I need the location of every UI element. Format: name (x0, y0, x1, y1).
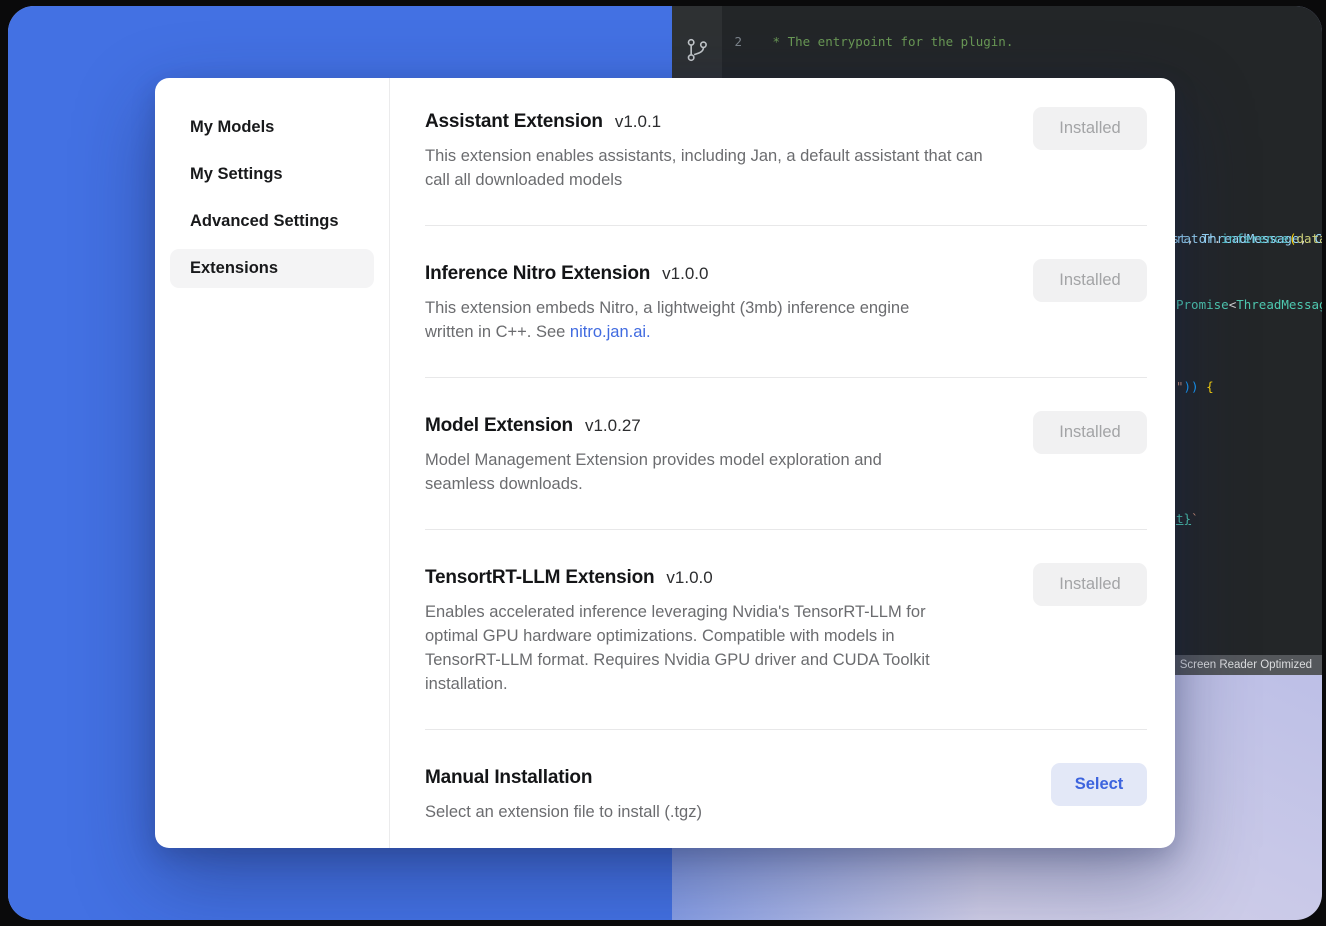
installed-button[interactable]: Installed (1033, 107, 1147, 150)
code-fragment: t}` (1176, 511, 1199, 527)
extension-row-tensorrt-llm: TensortRT-LLM Extension v1.0.0 Enables a… (425, 566, 1147, 730)
extension-description: Enables accelerated inference leveraging… (425, 600, 973, 696)
extension-version: v1.0.1 (615, 112, 661, 132)
installed-button[interactable]: Installed (1033, 411, 1147, 454)
extension-description: This extension embeds Nitro, a lightweig… (425, 296, 960, 344)
sidebar-item-advanced-settings[interactable]: Advanced Settings (170, 202, 374, 241)
extension-row-inference-nitro: Inference Nitro Extension v1.0.0 This ex… (425, 262, 1147, 378)
extension-version: v1.0.0 (666, 568, 712, 588)
sidebar-item-my-settings[interactable]: My Settings (170, 155, 374, 194)
extension-name: TensortRT-LLM Extension (425, 566, 654, 589)
extension-description: This extension enables assistants, inclu… (425, 144, 987, 192)
sidebar-item-my-models[interactable]: My Models (170, 108, 374, 147)
screenshot-frame: 2 * The entrypoint for the plugin. 3 */ … (8, 6, 1322, 920)
sidebar-item-extensions[interactable]: Extensions (170, 249, 374, 288)
extension-name: Assistant Extension (425, 110, 603, 133)
installed-button[interactable]: Installed (1033, 259, 1147, 302)
extension-description: Model Management Extension provides mode… (425, 448, 907, 496)
select-file-button[interactable]: Select (1051, 763, 1147, 806)
code-fragment: ")) { (1176, 379, 1214, 395)
source-control-icon[interactable] (683, 36, 711, 64)
code-fragment: Promise<ThreadMessage> (1176, 297, 1322, 313)
extension-row-assistant: Assistant Extension v1.0.1 This extensio… (425, 110, 1147, 226)
manual-installation-description: Select an extension file to install (.tg… (425, 800, 1005, 824)
settings-sidebar: My Models My Settings Advanced Settings … (155, 78, 390, 848)
settings-modal: My Models My Settings Advanced Settings … (155, 78, 1175, 848)
manual-installation-title: Manual Installation (425, 766, 592, 789)
screen-reader-status[interactable]: Screen Reader Optimized (1170, 655, 1322, 675)
extension-version: v1.0.27 (585, 416, 641, 436)
extension-name: Model Extension (425, 414, 573, 437)
code-fragment: rator.inference(data)); (1176, 231, 1322, 247)
extension-name: Inference Nitro Extension (425, 262, 650, 285)
extensions-list: Assistant Extension v1.0.1 This extensio… (390, 78, 1175, 848)
extension-row-model: Model Extension v1.0.27 Model Management… (425, 414, 1147, 530)
manual-installation-row: Manual Installation Select an extension … (425, 766, 1147, 857)
installed-button[interactable]: Installed (1033, 563, 1147, 606)
nitro-jan-ai-link[interactable]: nitro.jan.ai. (570, 323, 651, 341)
code-line: 2 * The entrypoint for the plugin. (722, 34, 1322, 50)
extension-version: v1.0.0 (662, 264, 708, 284)
